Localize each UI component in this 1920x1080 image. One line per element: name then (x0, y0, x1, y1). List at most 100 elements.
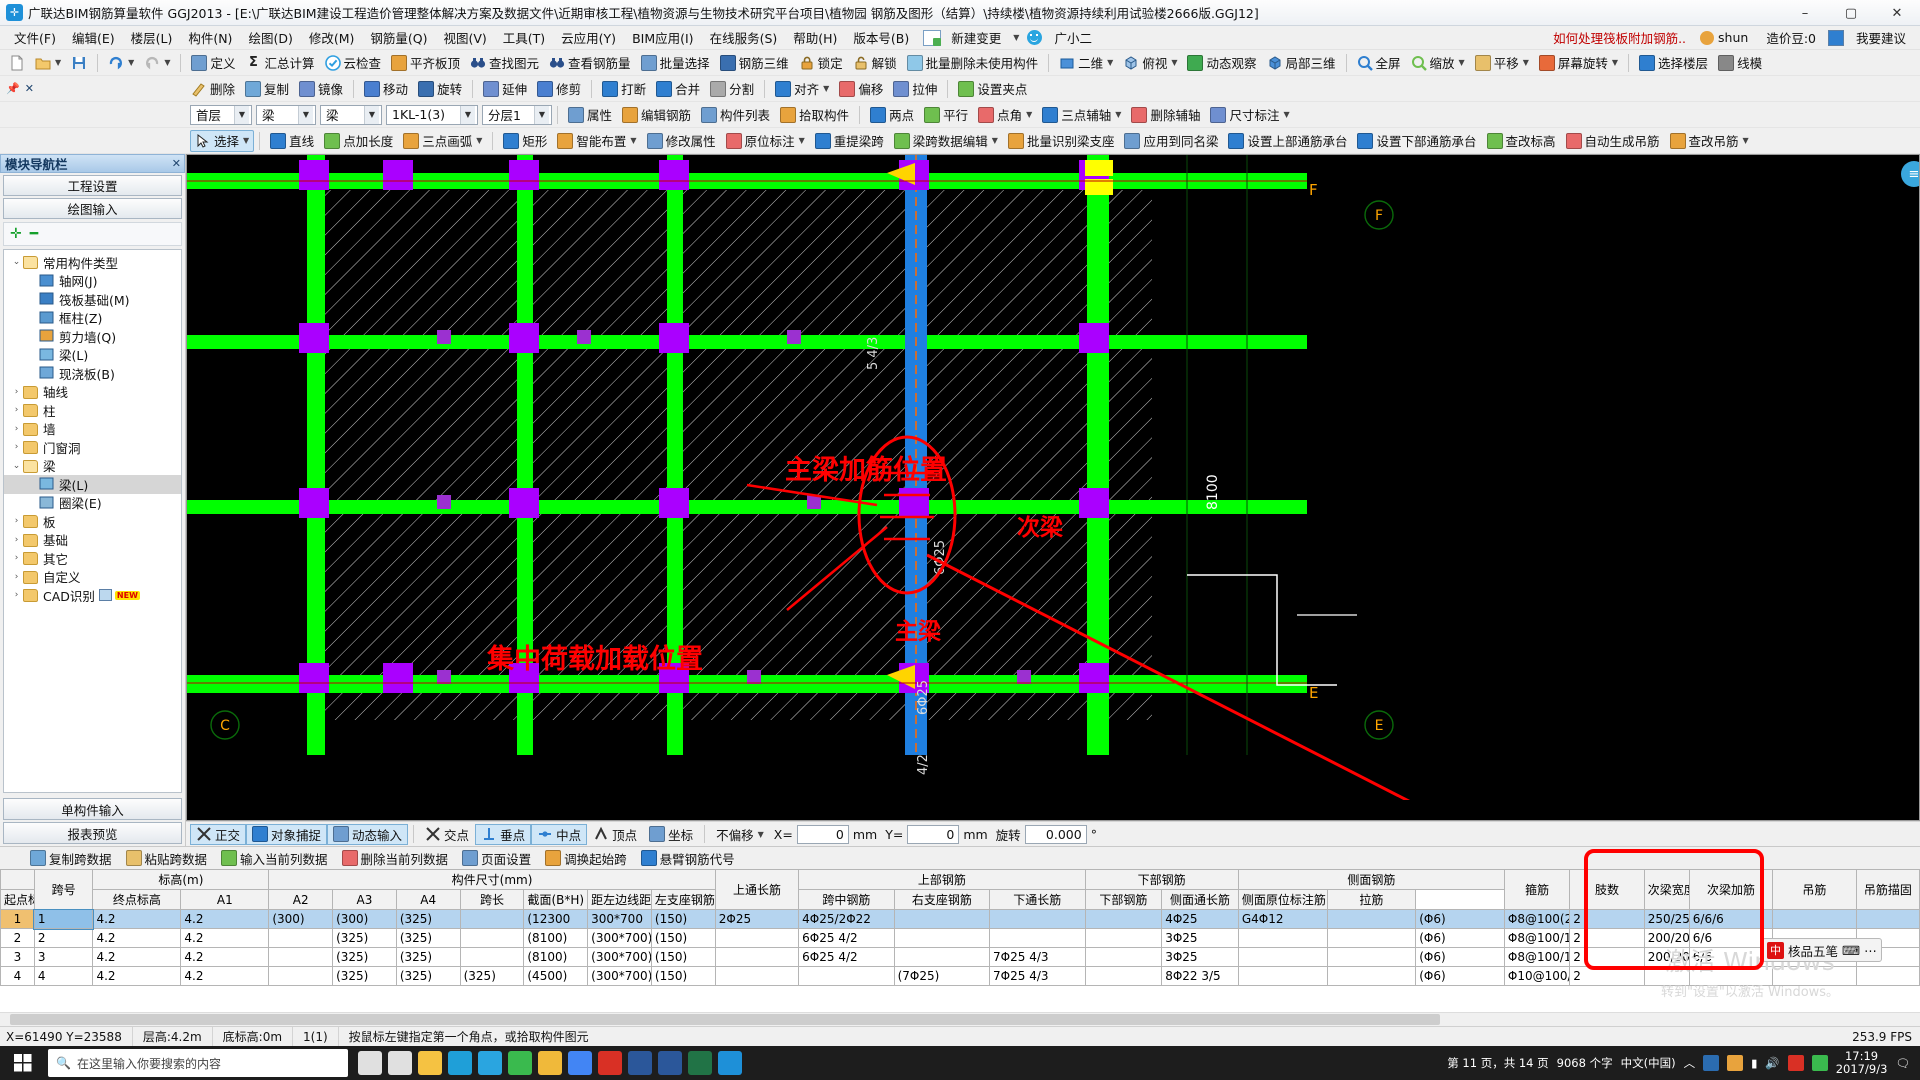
scrollbar-thumb[interactable] (10, 1014, 1440, 1025)
toolbar-button-修剪[interactable]: 修剪 (532, 78, 586, 100)
table-tool-删除当前列数据[interactable]: 删除当前列数据 (336, 847, 455, 870)
tray-app4-icon[interactable] (1811, 1055, 1828, 1071)
chevron-down-icon[interactable]: ▼ (1115, 110, 1121, 119)
word-icon[interactable] (628, 1051, 652, 1075)
table-cell[interactable] (1326, 966, 1417, 986)
chevron-down-icon[interactable]: ⌄ (10, 461, 23, 471)
table-row[interactable]: 4 4 4.2 4.2 (325) (325) (325) (4500) (300*700) (1… (0, 966, 1920, 986)
table-cell[interactable]: (325) (332, 947, 397, 967)
toolbar-button-动态观察[interactable]: 动态观察 (1182, 52, 1261, 74)
chevron-right-icon[interactable]: › (10, 572, 23, 582)
table-subheader-A3[interactable]: A3 (332, 889, 397, 910)
table-cell[interactable]: 7Φ25 4/3 (989, 947, 1086, 967)
table-cell[interactable] (714, 928, 800, 948)
toolbar-button-选择楼层[interactable]: 选择楼层 (1634, 52, 1713, 74)
toolbar-button-尺寸标注[interactable]: 尺寸标注 ▼ (1205, 104, 1294, 126)
start-button-icon[interactable] (0, 1046, 46, 1080)
toolbar-button-合并[interactable]: 合并 (651, 78, 705, 100)
table-cell[interactable]: 2 (1569, 928, 1645, 948)
table-subheader-跨中钢筋[interactable]: 跨中钢筋 (798, 889, 895, 910)
table-row-index[interactable]: 3 (0, 947, 35, 967)
toolbar-button-平移[interactable]: 平移 ▼ (1470, 52, 1534, 74)
toolbar-button-属性[interactable]: 属性 (563, 104, 617, 126)
table-cell[interactable]: 4.2 (92, 928, 182, 948)
table-cell[interactable]: 1 (33, 908, 94, 930)
toolbar-button-查找图元[interactable]: 查找图元 (465, 52, 544, 74)
x-offset-input[interactable]: 0 (796, 824, 849, 844)
table-cell[interactable]: (7Φ25) (893, 966, 991, 986)
table-row-index[interactable]: 2 (0, 928, 35, 948)
table-cell[interactable] (1084, 928, 1163, 948)
toolbar-button-原位标注[interactable]: 原位标注 ▼ (721, 130, 810, 152)
toolbar-button-设置下部通筋承台[interactable]: 设置下部通筋承台 (1352, 130, 1481, 152)
table-cell[interactable]: (300) (332, 909, 397, 929)
menu-item-视图v[interactable]: 视图(V) (435, 25, 494, 50)
toolbar-button-缩放[interactable]: 缩放 ▼ (1406, 52, 1470, 74)
menu-item-编辑e[interactable]: 编辑(E) (64, 25, 123, 50)
report-preview-button[interactable]: 报表预览 (3, 822, 182, 844)
browser-icon[interactable] (478, 1051, 502, 1075)
table-cell[interactable] (1772, 909, 1857, 929)
menu-item-绘图d[interactable]: 绘图(D) (240, 25, 300, 50)
tray-app1-icon[interactable] (1703, 1055, 1720, 1071)
chevron-down-icon[interactable]: ▼ (460, 105, 475, 124)
tree-node-墙[interactable]: › 墙 (4, 420, 181, 439)
tree-node-柱[interactable]: › 柱 (4, 401, 181, 420)
table-header-侧面钢筋[interactable]: 侧面钢筋 (1237, 869, 1505, 890)
toolbar-button-分割[interactable]: 分割 (705, 78, 759, 100)
table-row-index[interactable]: 4 (0, 966, 35, 986)
member-type-selector[interactable]: 梁 ▼ (256, 104, 316, 125)
table-cell[interactable]: 2 (33, 928, 94, 948)
chevron-down-icon[interactable]: ▼ (55, 58, 61, 67)
toolbar-button-查改标高[interactable]: 查改标高 (1482, 130, 1561, 152)
member-cat-selector[interactable]: 梁 ▼ (320, 104, 382, 125)
sidebar-tab-drawing-input[interactable]: 绘图输入 (3, 198, 182, 219)
snap-type-交点[interactable]: 交点 (419, 824, 475, 845)
maximize-button[interactable]: ▢ (1828, 0, 1874, 26)
toolbar-button-偏移[interactable]: 偏移 (834, 78, 888, 100)
add-icon[interactable]: ✛ (10, 226, 22, 242)
chevron-down-icon[interactable]: ▼ (1612, 58, 1618, 67)
chevron-down-icon[interactable]: ▼ (630, 136, 636, 145)
table-cell[interactable]: G4Φ12 (1237, 909, 1328, 929)
table-cell[interactable]: 2 (1569, 909, 1645, 929)
language-indicator[interactable]: 中文(中国) (1621, 1055, 1676, 1071)
menu-item-修改m[interactable]: 修改(M) (301, 25, 363, 50)
tree-node-CAD识别[interactable]: › CAD识别 NEW (4, 586, 181, 605)
table-cell[interactable]: (Φ6) (1415, 928, 1505, 948)
table-cell[interactable] (893, 909, 991, 929)
table-cell[interactable] (1237, 928, 1328, 948)
pdf-icon[interactable] (598, 1051, 622, 1075)
volume-icon[interactable]: 🔊 (1765, 1056, 1779, 1070)
toolbar-button-编辑钢筋[interactable]: 编辑钢筋 (617, 104, 696, 126)
menu-item-assistant[interactable]: 广小二 (1046, 25, 1100, 50)
table-subheader-下通长筋[interactable]: 下通长筋 (989, 889, 1086, 910)
snap-type-坐标[interactable]: 坐标 (643, 824, 699, 845)
table-cell[interactable]: 3Φ25 (1161, 947, 1239, 967)
tray-app2-icon[interactable] (1727, 1055, 1744, 1071)
chevron-down-icon[interactable]: ▼ (823, 84, 829, 93)
table-cell[interactable]: (Φ6) (1415, 909, 1505, 929)
chevron-down-icon[interactable]: ▼ (1171, 58, 1177, 67)
menu-item-云应用y[interactable]: 云应用(Y) (553, 25, 624, 50)
snap-type-中点[interactable]: 中点 (531, 823, 588, 845)
table-cell[interactable] (1084, 909, 1163, 929)
toolbar-button-三点画弧[interactable]: 三点画弧 ▼ (398, 130, 487, 152)
table-cell[interactable]: (325) (395, 947, 461, 967)
table-cell[interactable]: 2Φ25 (714, 909, 800, 929)
table-cell[interactable]: 6/6 (1688, 947, 1774, 967)
new-file-icon[interactable] (4, 52, 30, 74)
tree-node-现浇板B[interactable]: 现浇板(B) (4, 364, 181, 383)
table-cell[interactable]: (325) (395, 928, 461, 948)
chevron-down-icon[interactable]: ▼ (1459, 58, 1465, 67)
tree-node-自定义[interactable]: › 自定义 (4, 568, 181, 587)
redo-icon[interactable]: ▼ (139, 52, 175, 74)
table-header-吊筋描固[interactable]: 吊筋描固 (1855, 869, 1920, 910)
table-cell[interactable] (459, 928, 525, 948)
toolbar-button-俯视[interactable]: 俯视 ▼ (1118, 52, 1182, 74)
qq-icon[interactable] (448, 1051, 472, 1075)
toolbar-button-批量识别梁支座[interactable]: 批量识别梁支座 (1003, 130, 1120, 152)
table-cell[interactable]: (300*700) (587, 928, 652, 948)
table-cell[interactable] (1237, 966, 1328, 986)
toolbar-button-旋转[interactable]: 旋转 (413, 78, 467, 100)
